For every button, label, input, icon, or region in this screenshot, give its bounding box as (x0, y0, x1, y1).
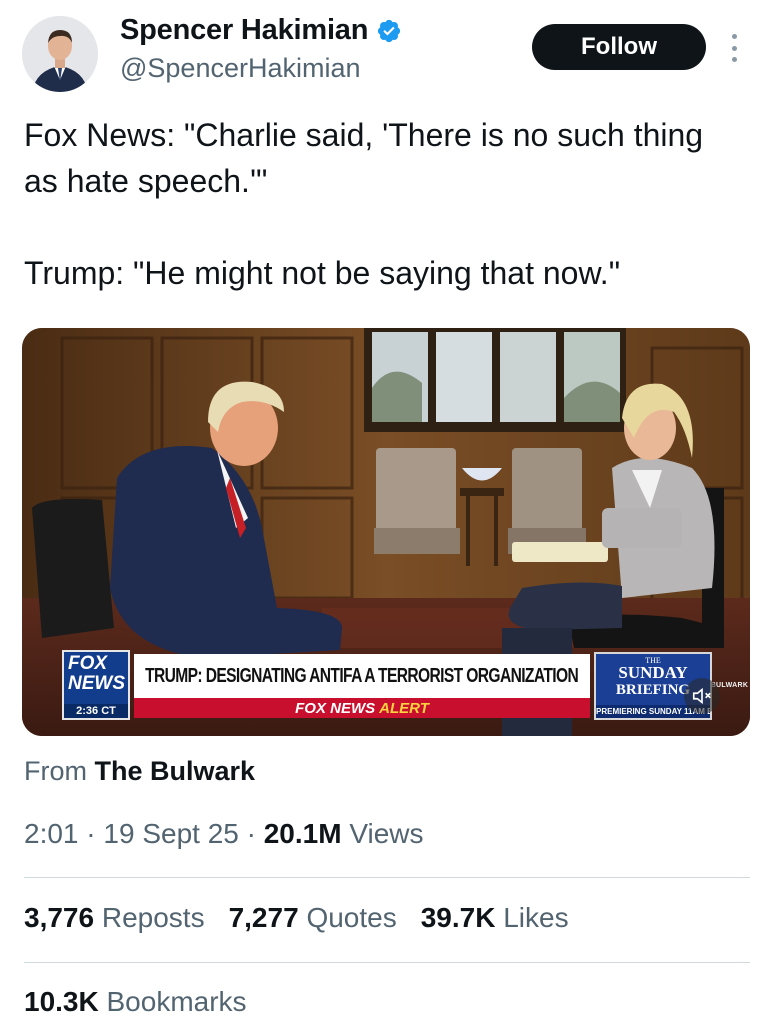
reposts-count: 3,776 (24, 902, 95, 933)
broadcast-time: 2:36 CT (64, 704, 128, 718)
fox-news-logo: FOX NEWS 2:36 CT (62, 650, 130, 720)
bookmarks-count: 10.3K (24, 986, 99, 1017)
author-display-name[interactable]: Spencer Hakimian (120, 14, 368, 47)
views-count: 20.1M (263, 818, 342, 849)
source-prefix: From (24, 756, 87, 786)
more-options-icon[interactable] (722, 30, 746, 66)
author-handle[interactable]: @SpencerHakimian (120, 53, 361, 84)
news-chyron: FOX NEWS 2:36 CT TRUMP: DESIGNATING ANTI… (38, 650, 713, 720)
source-name-link[interactable]: The Bulwark (95, 756, 256, 786)
divider (24, 877, 750, 878)
chyron-headline-bar: TRUMP: DESIGNATING ANTIFA A TERRORIST OR… (134, 654, 590, 698)
reposts-label: Reposts (101, 902, 205, 933)
bookmarks-stat[interactable]: 10.3K Bookmarks (24, 986, 247, 1018)
speaker-muted-icon[interactable] (684, 678, 720, 714)
quotes-stat[interactable]: 7,277 Quotes (229, 902, 397, 934)
bookmarks-label: Bookmarks (106, 986, 247, 1017)
verified-badge-icon (378, 19, 401, 42)
meta-separator: · (86, 818, 104, 849)
alert-prefix: FOX NEWS (295, 699, 376, 717)
tweet-text: Fox News: "Charlie said, 'There is no su… (24, 117, 704, 291)
likes-stat[interactable]: 39.7K Likes (421, 902, 569, 934)
media-source: From The Bulwark (24, 756, 255, 787)
tweet-header: Spencer Hakimian @SpencerHakimian Follow (0, 0, 771, 100)
alert-word: ALERT (379, 699, 429, 717)
fox-logo-line2: NEWS (68, 673, 125, 694)
chyron-headline: TRUMP: DESIGNATING ANTIFA A TERRORIST OR… (145, 664, 579, 687)
likes-label: Likes (503, 902, 569, 933)
meta-separator: · (246, 818, 264, 849)
chyron-alert-bar: FOX NEWS ALERT (134, 698, 590, 718)
tweet-meta: 2:01 · 19 Sept 25 · 20.1M Views (24, 818, 424, 850)
tweet-time[interactable]: 2:01 (24, 818, 79, 849)
engagement-stats: 3,776 Reposts 7,277 Quotes 39.7K Likes (24, 902, 569, 934)
author-avatar[interactable] (22, 16, 98, 92)
tweet-date[interactable]: 19 Sept 25 (103, 818, 238, 849)
likes-count: 39.7K (420, 902, 496, 933)
quotes-label: Quotes (306, 902, 397, 933)
views-label: Views (349, 818, 424, 849)
follow-button[interactable]: Follow (532, 24, 706, 70)
divider (24, 962, 750, 963)
author-name-row: Spencer Hakimian (120, 14, 402, 47)
fox-logo-line1: FOX (68, 653, 108, 674)
quotes-count: 7,277 (228, 902, 299, 933)
reposts-stat[interactable]: 3,776 Reposts (24, 902, 205, 934)
